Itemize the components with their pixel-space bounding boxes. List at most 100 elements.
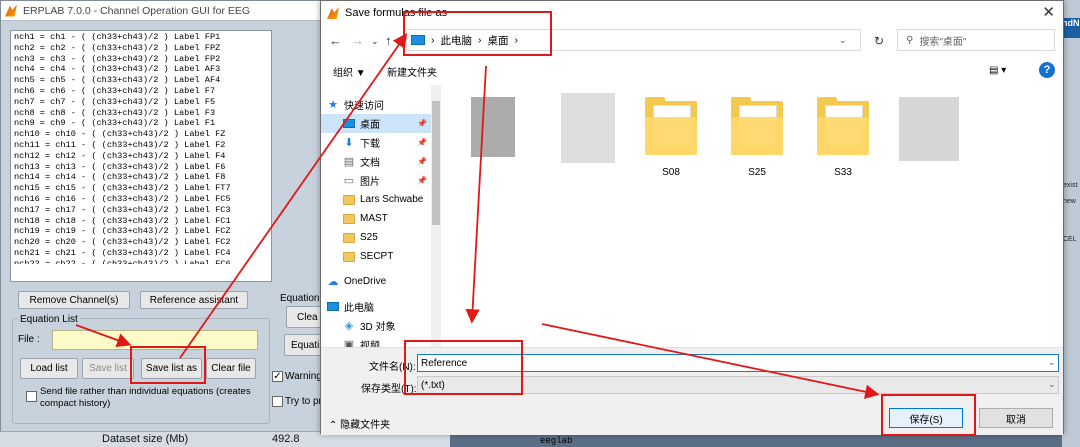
forward-arrow-icon[interactable]: → — [351, 33, 364, 48]
close-icon[interactable]: ✕ — [1042, 3, 1055, 21]
recent-chevron-icon[interactable]: ⌄ — [371, 36, 379, 47]
equation-line: nch5 = ch5 - ( (ch33+ch43)/2 ) Label AF4 — [14, 75, 221, 86]
try-checkbox[interactable] — [272, 396, 283, 407]
nav-mast[interactable]: MAST — [321, 209, 431, 228]
back-arrow-icon[interactable]: ← — [329, 33, 342, 48]
address-dropdown-icon[interactable]: ⌄ — [839, 35, 847, 46]
background-text-1: exist — [1063, 182, 1078, 189]
new-folder-button[interactable]: 新建文件夹 — [387, 64, 437, 79]
nav-secpt[interactable]: SECPT — [321, 247, 431, 266]
folder-name: S33 — [834, 167, 852, 178]
folder-icon — [343, 232, 355, 243]
equation-line: nch12 = ch12 - ( (ch33+ch43)/2 ) Label F… — [14, 150, 226, 161]
hide-folders-toggle[interactable]: ⌃ 隐藏文件夹 — [329, 416, 390, 431]
pin-icon: 📌 — [417, 138, 427, 147]
equation-line: nch20 = ch20 - ( (ch33+ch43)/2 ) Label F… — [14, 237, 231, 248]
folder-name: S08 — [662, 167, 680, 178]
folder-icon — [731, 97, 783, 155]
blurred-file-icon[interactable] — [471, 97, 515, 157]
nav-label: 下载 — [360, 139, 380, 150]
load-list-button[interactable]: Load list — [20, 358, 78, 379]
equation-lines: nch1 = ch1 - ( (ch33+ch43)/2 ) Label FP1… — [14, 32, 268, 264]
equation-line: nch16 = ch16 - ( (ch33+ch43)/2 ) Label F… — [14, 193, 231, 204]
equation-line: nch22 = ch22 - ( (ch33+ch43)/2 ) Label F… — [14, 258, 231, 264]
equation-line: nch10 = ch10 - ( (ch33+ch43)/2 ) Label F… — [14, 129, 226, 140]
dialog-titlebar[interactable]: Save formulas file as — [321, 1, 1063, 25]
folder-name: S25 — [748, 167, 766, 178]
folder-icon — [343, 194, 355, 205]
breadcrumb-desktop[interactable]: 桌面 — [488, 33, 509, 48]
search-input[interactable]: ⚲ 搜索"桌面" — [897, 29, 1055, 51]
filename-input[interactable]: Reference — [417, 354, 1059, 372]
computer-icon — [327, 302, 339, 311]
dialog-title: Save formulas file as — [345, 7, 448, 19]
search-placeholder: 搜索"桌面" — [919, 36, 967, 48]
equation-editor[interactable]: nch1 = ch1 - ( (ch33+ch43)/2 ) Label FP1… — [10, 30, 272, 282]
breadcrumb-this-pc[interactable]: 此电脑 — [441, 33, 473, 48]
nav-pictures[interactable]: ▭ 图片 📌 — [321, 171, 431, 190]
filename-dropdown-icon[interactable]: ⌄ — [1048, 357, 1056, 368]
save-button[interactable]: 保存(S) — [889, 408, 963, 428]
nav-label: 快速访问 — [344, 101, 384, 112]
remove-channel-button[interactable]: Remove Channel(s) — [18, 291, 130, 309]
clear-file-button[interactable]: Clear file — [206, 358, 256, 379]
help-icon[interactable]: ? — [1039, 62, 1055, 78]
pin-icon: 📌 — [417, 157, 427, 166]
equation-line: nch8 = ch8 - ( (ch33+ch43)/2 ) Label F3 — [14, 107, 216, 118]
nav-quick-access[interactable]: ★ 快速访问 — [321, 95, 431, 114]
filetype-dropdown-icon[interactable]: ⌄ — [1048, 379, 1056, 390]
equation-line: nch19 = ch19 - ( (ch33+ch43)/2 ) Label F… — [14, 226, 231, 237]
background-window-tab[interactable]: ndN — [1062, 18, 1080, 38]
equation-line: nch6 = ch6 - ( (ch33+ch43)/2 ) Label F7 — [14, 85, 216, 96]
organize-menu[interactable]: 组织 ▼ — [333, 64, 366, 79]
send-file-checkbox[interactable] — [26, 391, 37, 402]
pin-icon: 📌 — [417, 119, 427, 128]
nav-3d-objects[interactable]: ◈ 3D 对象 — [321, 316, 431, 335]
cancel-button[interactable]: 取消 — [979, 408, 1053, 428]
navigation-row: ← → ⌄ ↑ › 此电脑 › 桌面 › ⌄ ↻ ⚲ 搜索"桌面" — [321, 27, 1063, 55]
save-list-as-button[interactable]: Save list as — [141, 358, 202, 379]
cube-icon: ◈ — [344, 320, 354, 332]
folder-item[interactable]: S25 — [721, 89, 793, 185]
file-path-input[interactable] — [52, 330, 258, 350]
address-bar[interactable]: › 此电脑 › 桌面 › — [406, 29, 861, 51]
chevron-up-icon: ⌃ — [329, 420, 341, 431]
desktop: ndN exist new CEL ERPLAB 7.0.0 - Channel… — [0, 0, 1080, 447]
nav-label: Lars Schwabe — [360, 194, 424, 205]
nav-documents[interactable]: ▤ 文档 📌 — [321, 152, 431, 171]
equation-line: nch1 = ch1 - ( (ch33+ch43)/2 ) Label FP1 — [14, 32, 221, 42]
eeglab-text: eeglab — [540, 436, 573, 446]
nav-scrollbar-thumb[interactable] — [432, 101, 440, 225]
save-list-button[interactable]: Save list — [82, 358, 134, 379]
view-options-icon[interactable]: ▤ ▾ — [989, 65, 1006, 76]
erplab-titlebar[interactable]: ERPLAB 7.0.0 - Channel Operation GUI for… — [1, 1, 329, 21]
dialog-toolbar: 组织 ▼ 新建文件夹 ▤ ▾ ? — [321, 59, 1063, 83]
folder-item[interactable]: S08 — [635, 89, 707, 185]
equation-line: nch3 = ch3 - ( (ch33+ch43)/2 ) Label FP2 — [14, 53, 221, 64]
refresh-icon[interactable]: ↻ — [867, 32, 891, 50]
send-file-label: Send file rather than individual equatio… — [40, 386, 251, 409]
nav-onedrive[interactable]: ☁ OneDrive — [321, 272, 431, 291]
filetype-select[interactable]: (*.txt) — [417, 376, 1059, 394]
picture-icon: ▭ — [343, 175, 355, 187]
up-arrow-icon[interactable]: ↑ — [385, 33, 392, 48]
desktop-icon — [343, 119, 355, 128]
equation-line: nch9 = ch9 - ( (ch33+ch43)/2 ) Label F1 — [14, 118, 216, 129]
matlab-icon — [5, 4, 17, 17]
equation-line: nch13 = ch13 - ( (ch33+ch43)/2 ) Label F… — [14, 161, 226, 172]
nav-label: 3D 对象 — [360, 322, 396, 333]
nav-lars-schwabe[interactable]: Lars Schwabe — [321, 190, 431, 209]
folder-item[interactable]: S33 — [807, 89, 879, 185]
blurred-file-icon[interactable] — [899, 97, 959, 161]
reference-assistant-button[interactable]: Reference assistant — [140, 291, 248, 309]
nav-desktop[interactable]: 桌面 📌 — [321, 114, 431, 133]
equation-line: nch17 = ch17 - ( (ch33+ch43)/2 ) Label F… — [14, 204, 231, 215]
blurred-file-icon[interactable] — [561, 93, 615, 163]
video-icon: ▣ — [343, 339, 355, 347]
nav-label: MAST — [360, 213, 388, 224]
nav-s25[interactable]: S25 — [321, 228, 431, 247]
warning-checkbox[interactable]: ✓ — [272, 371, 283, 382]
nav-this-pc[interactable]: 此电脑 — [321, 297, 431, 316]
nav-downloads[interactable]: ⬇ 下载 📌 — [321, 133, 431, 152]
nav-videos[interactable]: ▣ 视频 — [321, 335, 431, 347]
